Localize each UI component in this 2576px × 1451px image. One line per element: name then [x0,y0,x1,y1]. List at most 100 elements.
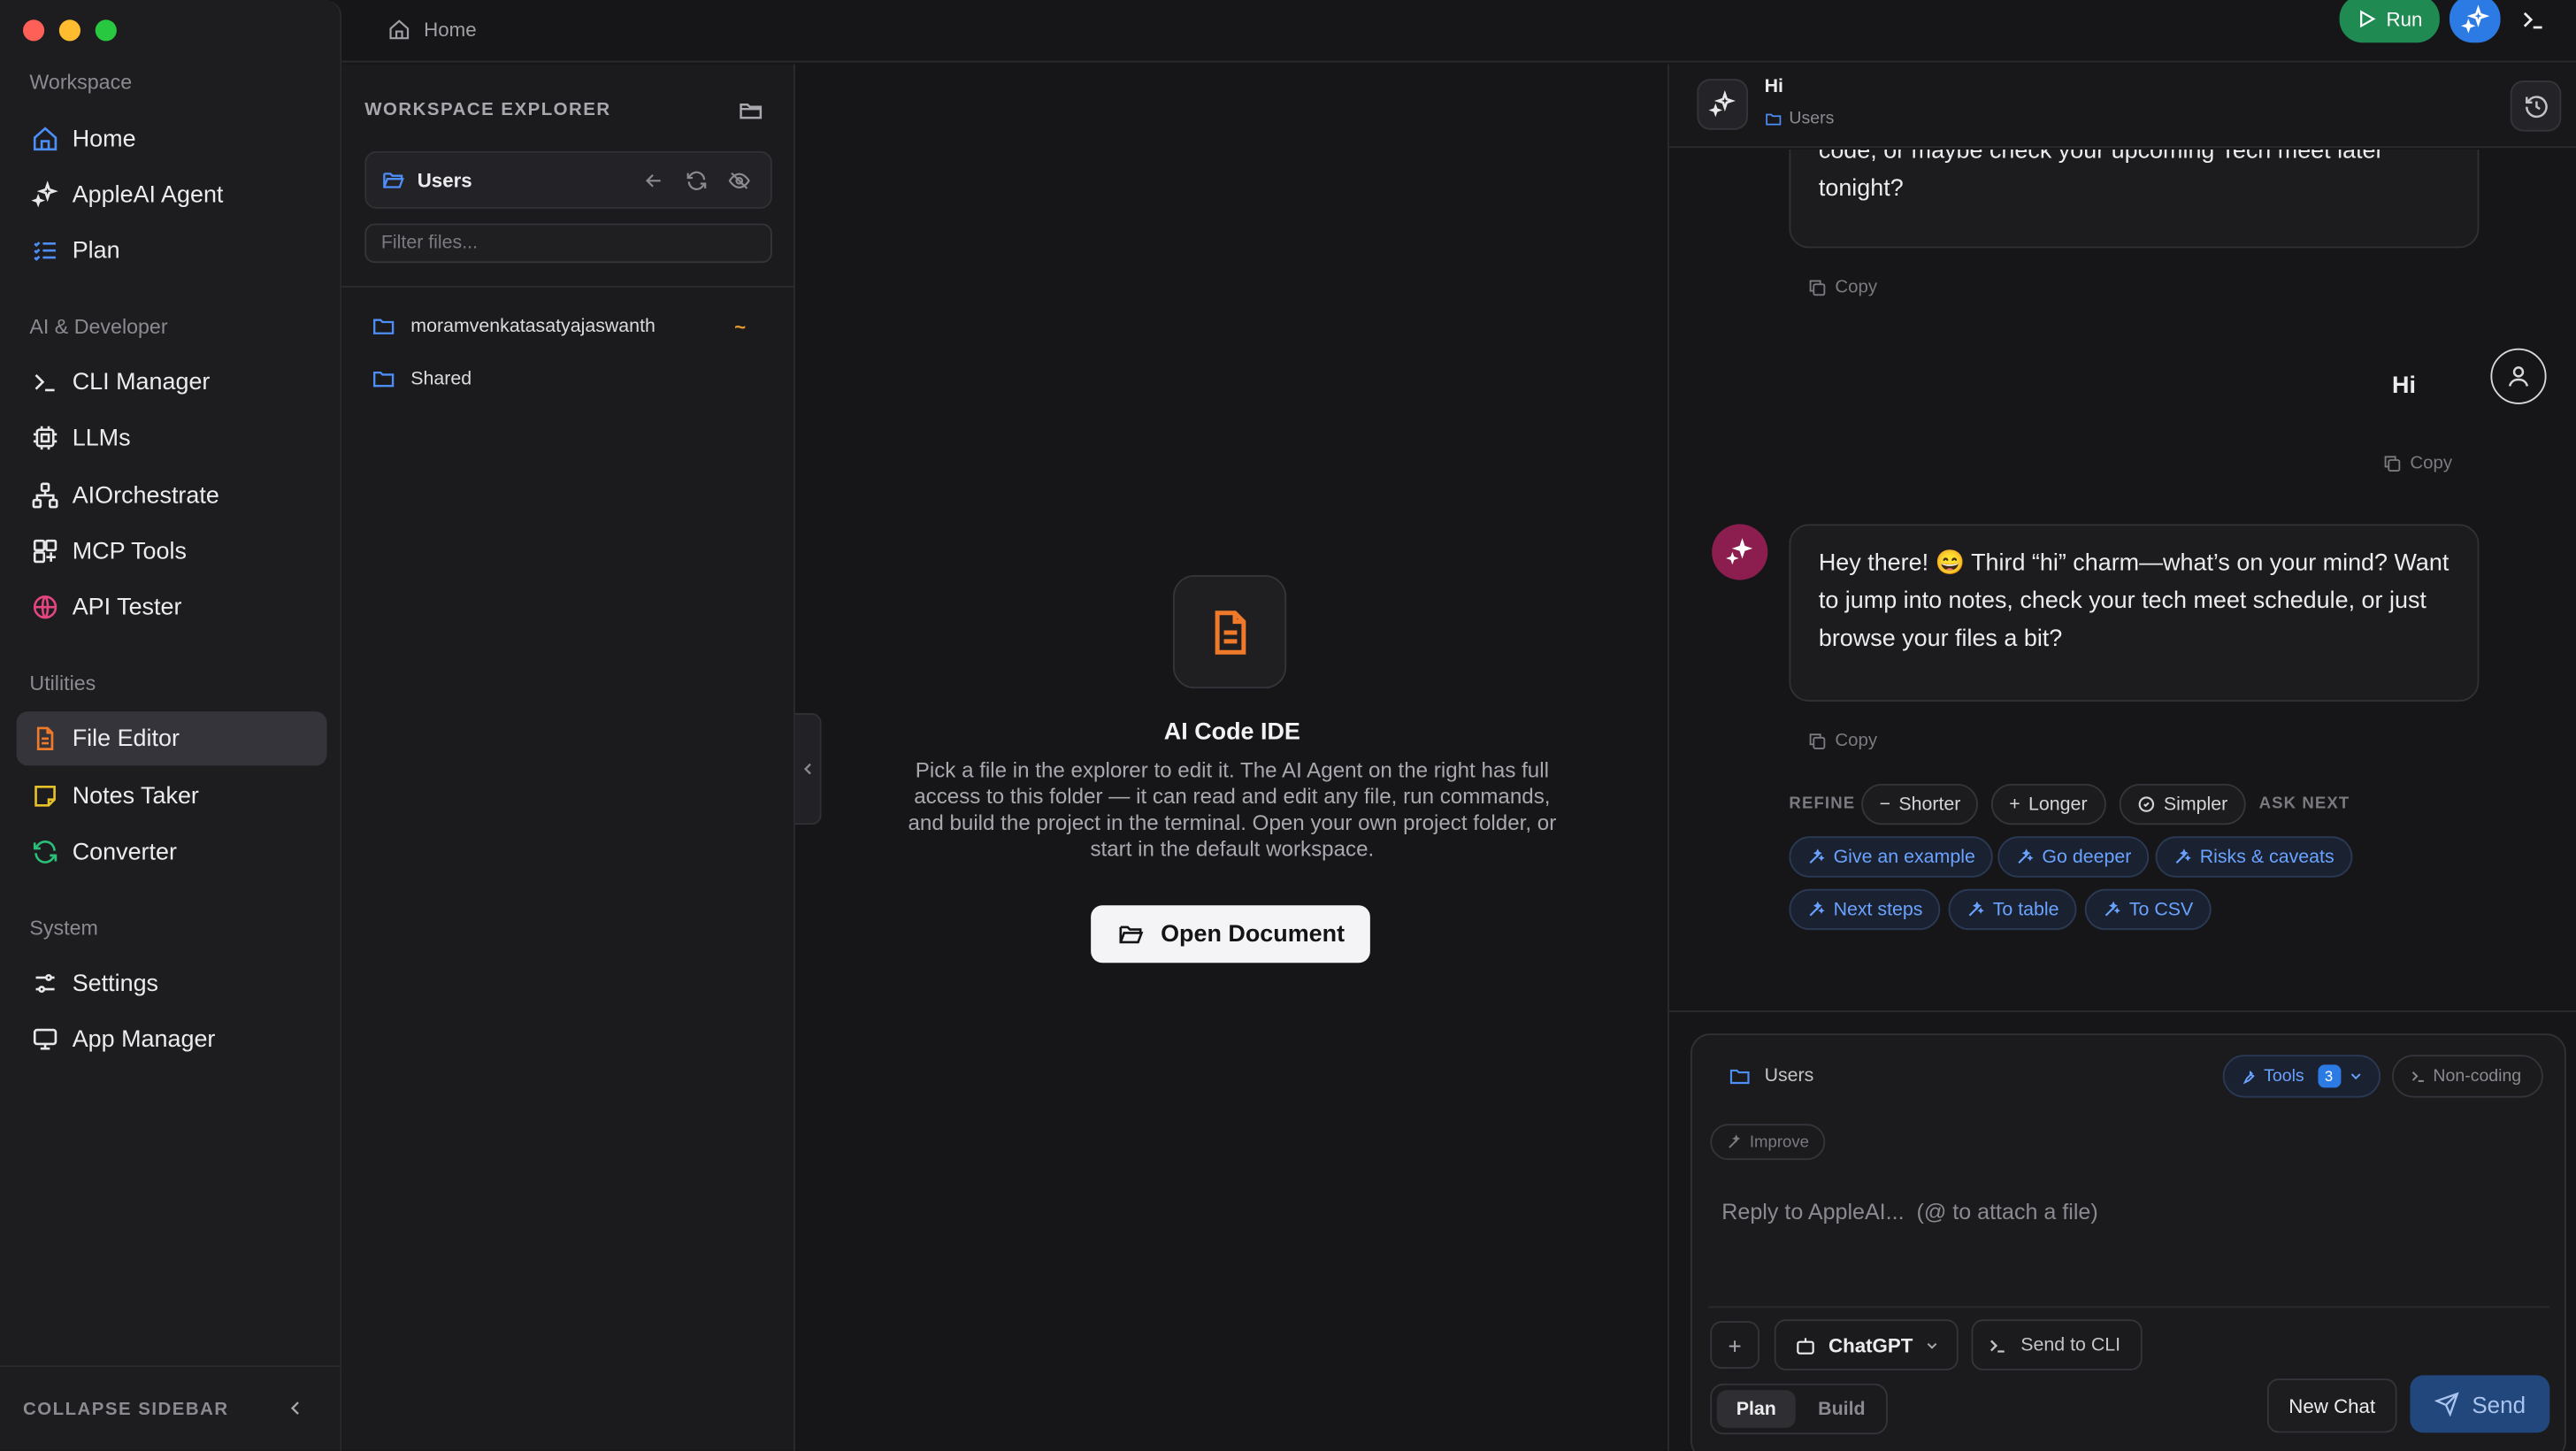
terminal-toggle-button[interactable] [2513,4,2553,36]
sparkles-icon [1697,79,1749,130]
refresh-icon[interactable] [685,169,708,192]
composer-folder-label: Users [1764,1066,1814,1086]
plan-build-toggle: Plan Build [1710,1383,1888,1435]
improve-prompt-button[interactable]: Improve [1710,1124,1826,1161]
ask-next-go-deeper-button[interactable]: Go deeper [1997,836,2150,878]
pill-label: Shorter [1898,794,1961,815]
sidebar-item-label: Notes Taker [72,782,199,810]
section-title-ai-developer: AI & Developer [29,315,168,339]
sidebar-item-cli-manager[interactable]: CLI Manager [17,355,327,409]
sidebar-item-label: AIOrchestrate [72,482,219,509]
sidebar-item-file-editor[interactable]: File Editor [16,711,327,766]
terminal-icon [2523,12,2542,29]
tree-item-label: Shared [410,368,472,389]
send-button[interactable]: Send [2410,1375,2550,1433]
attach-button[interactable]: + [1710,1321,1760,1370]
sidebar-item-app-manager[interactable]: App Manager [17,1012,327,1066]
refine-simpler-button[interactable]: Simpler [2119,783,2246,825]
section-title-system: System [29,917,98,940]
maximize-window-button[interactable] [95,19,117,42]
copy-icon [1809,280,1826,296]
sidebar-item-appleai-agent[interactable]: AppleAI Agent [17,167,327,221]
tree-item-label: moramvenkatasatyajaswanth [410,316,656,336]
sidebar-item-mcp-tools[interactable]: MCP Tools [17,524,327,578]
refine-longer-button[interactable]: + Longer [1990,783,2105,825]
wand-icon [1809,848,1825,864]
open-document-button[interactable]: Open Document [1091,905,1370,963]
modified-indicator: ~ [734,314,747,338]
workspace-explorer: WORKSPACE EXPLORER Users moramvenkatasat… [341,64,795,1451]
pill-label: To table [1992,899,2059,920]
build-tab[interactable]: Build [1802,1390,1881,1428]
ask-next-to-table-button[interactable]: To table [1948,888,2077,931]
open-folder-icon[interactable] [738,97,764,124]
sidebar-item-plan[interactable]: Plan [17,224,327,278]
breadcrumb[interactable]: Home [387,18,477,41]
globe-icon [29,593,58,622]
tools-count-badge: 3 [2317,1064,2341,1088]
sidebar-item-home[interactable]: Home [17,111,327,165]
chat-history-button[interactable] [2510,81,2562,132]
sidebar-item-aiorchestrate[interactable]: AIOrchestrate [17,468,327,522]
section-title-utilities: Utilities [29,672,96,695]
file-text-icon [29,724,58,753]
ask-next-to-csv-button[interactable]: To CSV [2084,888,2212,931]
composer-folder[interactable]: Users [1729,1064,1814,1087]
reply-input[interactable] [1721,1193,2527,1230]
sidebar-item-api-tester[interactable]: API Tester [17,580,327,634]
collapse-sidebar-button[interactable]: COLLAPSE SIDEBAR [0,1365,342,1451]
sidebar-item-settings[interactable]: Settings [17,956,327,1010]
sidebar-item-label: Settings [72,970,159,997]
copy-button[interactable]: Copy [1807,278,1877,297]
window-controls [23,19,117,42]
sidebar-item-converter[interactable]: Converter [17,825,327,879]
explorer-toggle-handle[interactable] [794,713,822,825]
wand-icon [2104,901,2120,917]
sidebar-item-label: File Editor [72,725,180,752]
tools-label: Tools [2264,1066,2304,1086]
sliders-icon [29,969,58,998]
filter-files-input[interactable] [364,223,772,264]
run-button[interactable]: Run [2339,0,2440,43]
assistant-message: Hey there! 😄 Third “hi” charm—what’s on … [1789,524,2480,702]
refresh-icon [29,837,58,866]
chat-header: Hi Users [1668,64,2576,149]
sparkles-icon [1726,538,1753,565]
copy-button[interactable]: Copy [1807,731,1877,751]
sidebar-item-label: MCP Tools [72,538,187,564]
pill-label: Go deeper [2042,847,2132,867]
ask-next-give-example-button[interactable]: Give an example [1789,836,1994,878]
new-chat-button[interactable]: New Chat [2266,1378,2397,1433]
ask-next-label: ASK NEXT [2258,795,2350,814]
eye-off-icon[interactable] [728,169,751,192]
copy-button[interactable]: Copy [2382,454,2452,473]
ask-next-next-steps-button[interactable]: Next steps [1789,888,1941,931]
open-document-label: Open Document [1161,920,1346,948]
back-arrow-icon[interactable] [642,169,665,192]
sidebar-item-notes-taker[interactable]: Notes Taker [17,769,327,823]
copy-icon [2384,456,2401,472]
pill-label: To CSV [2128,899,2194,920]
plan-tab[interactable]: Plan [1716,1390,1796,1428]
assistant-message-text: code, or maybe check your upcoming Tech … [1818,150,2384,203]
tree-item-folder[interactable]: Shared [372,366,766,391]
model-selector[interactable]: ChatGPT [1774,1319,1959,1370]
sidebar-item-llms[interactable]: LLMs [17,411,327,464]
divider [341,286,795,288]
ask-next-risks-caveats-button[interactable]: Risks & caveats [2155,836,2353,878]
blocks-icon [29,536,58,565]
chat-panel: Hi Users code, or maybe check your upcom… [1668,64,2576,1451]
model-label: ChatGPT [1828,1333,1913,1357]
refine-shorter-button[interactable]: − Shorter [1861,783,1979,825]
copy-label: Copy [1835,277,1878,298]
pill-label: Risks & caveats [2199,847,2334,867]
wand-icon [2018,848,2034,864]
minimize-window-button[interactable] [58,19,81,42]
tools-dropdown[interactable]: Tools 3 [2222,1055,2381,1098]
ai-agent-toggle-button[interactable] [2450,0,2501,43]
close-window-button[interactable] [23,19,45,42]
send-to-cli-button[interactable]: Send to CLI [1971,1319,2143,1370]
tree-item-folder[interactable]: moramvenkatasatyajaswanth ~ [372,314,766,339]
explorer-title: WORKSPACE EXPLORER [364,100,611,120]
mode-toggle[interactable]: Non-coding [2392,1055,2543,1098]
